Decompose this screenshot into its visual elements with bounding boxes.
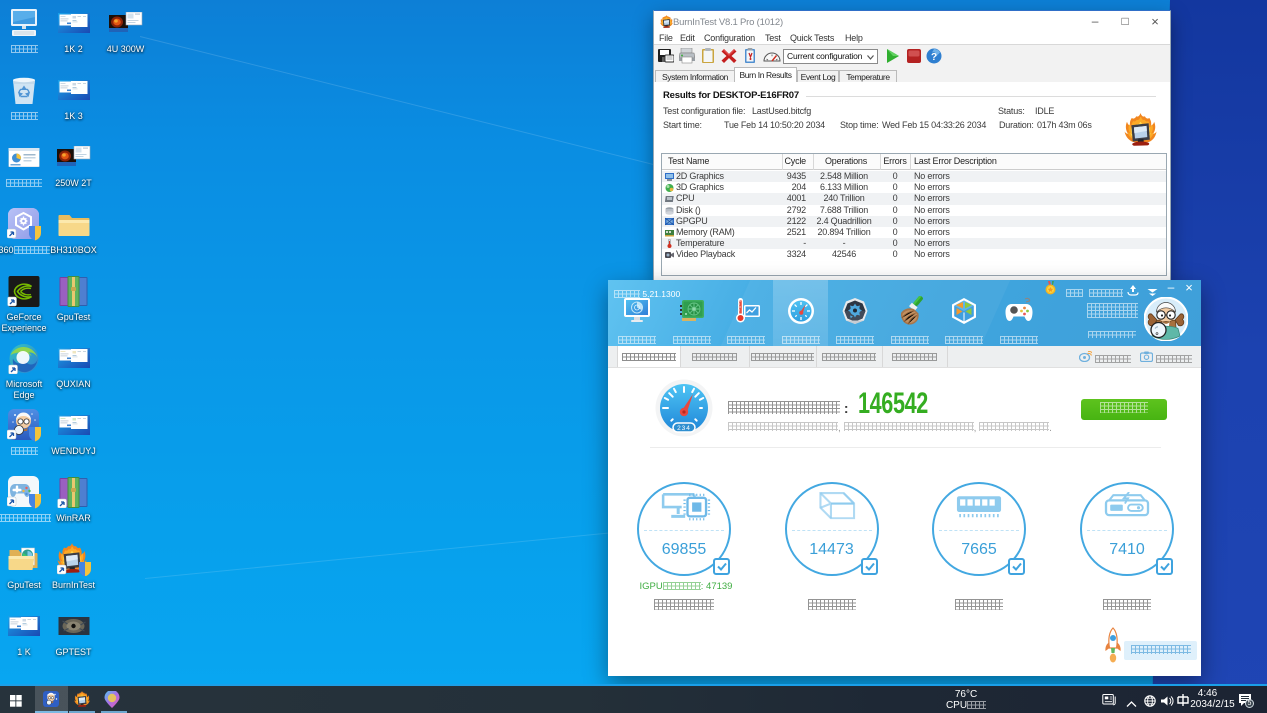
- svg-text:?: ?: [931, 52, 937, 63]
- svg-text:234: 234: [677, 425, 691, 432]
